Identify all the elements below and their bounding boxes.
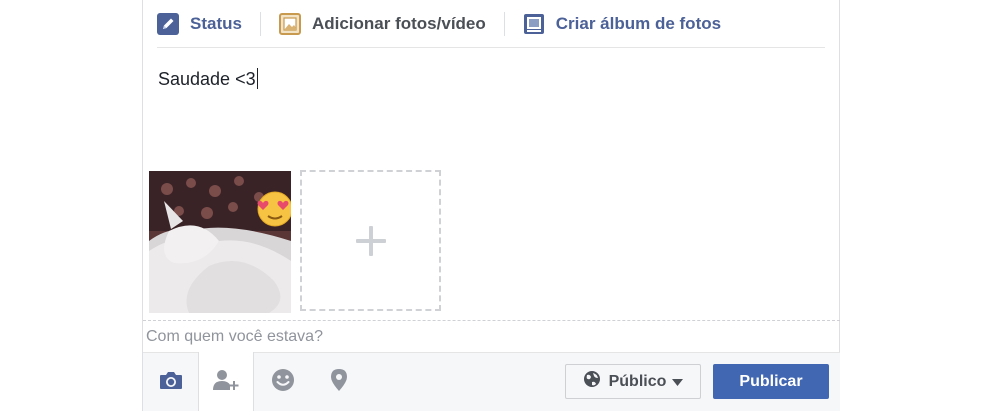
tag-friends-button[interactable] <box>198 352 254 411</box>
text-caret <box>256 68 258 89</box>
location-pin-icon <box>330 368 348 397</box>
add-photo-button[interactable] <box>300 170 441 311</box>
tab-status-label: Status <box>190 13 242 33</box>
tab-create-album[interactable]: Criar álbum de fotos <box>523 0 721 48</box>
album-icon <box>523 13 545 35</box>
with-who-bar <box>143 320 840 352</box>
camera-icon <box>159 370 183 395</box>
with-who-input[interactable] <box>146 326 706 348</box>
pencil-icon <box>157 12 179 35</box>
composer-tabs: Status Adicionar fotos/vídeo Criar álbum… <box>157 0 825 48</box>
publish-button[interactable]: Publicar <box>713 364 829 399</box>
globe-icon <box>583 370 601 393</box>
tab-create-album-label: Criar álbum de fotos <box>555 13 722 33</box>
emoji-icon <box>271 368 295 397</box>
caret-down-icon <box>672 373 684 391</box>
status-text-value: Saudade <3 <box>158 69 256 89</box>
tag-friend-icon <box>212 368 240 397</box>
tab-add-photos-label: Adicionar fotos/vídeo <box>311 13 486 33</box>
post-composer: Status Adicionar fotos/vídeo Criar álbum… <box>142 0 840 411</box>
status-textarea[interactable]: Saudade <3 <box>158 68 258 90</box>
check-in-button[interactable] <box>311 353 367 411</box>
tab-divider <box>259 11 261 36</box>
tab-status[interactable]: Status <box>157 0 242 48</box>
audience-selector[interactable]: Público <box>565 364 701 399</box>
audience-label: Público <box>608 372 667 390</box>
feeling-button[interactable] <box>255 353 311 411</box>
tab-add-photos-video[interactable]: Adicionar fotos/vídeo <box>278 0 486 48</box>
tab-divider <box>503 11 505 36</box>
plus-icon <box>355 225 386 256</box>
composer-footer: Público Publicar <box>143 352 840 411</box>
photo-image <box>149 171 291 313</box>
add-photo-footer-button[interactable] <box>143 353 199 411</box>
photo-icon <box>278 12 301 35</box>
photo-thumbnail[interactable] <box>149 171 291 313</box>
